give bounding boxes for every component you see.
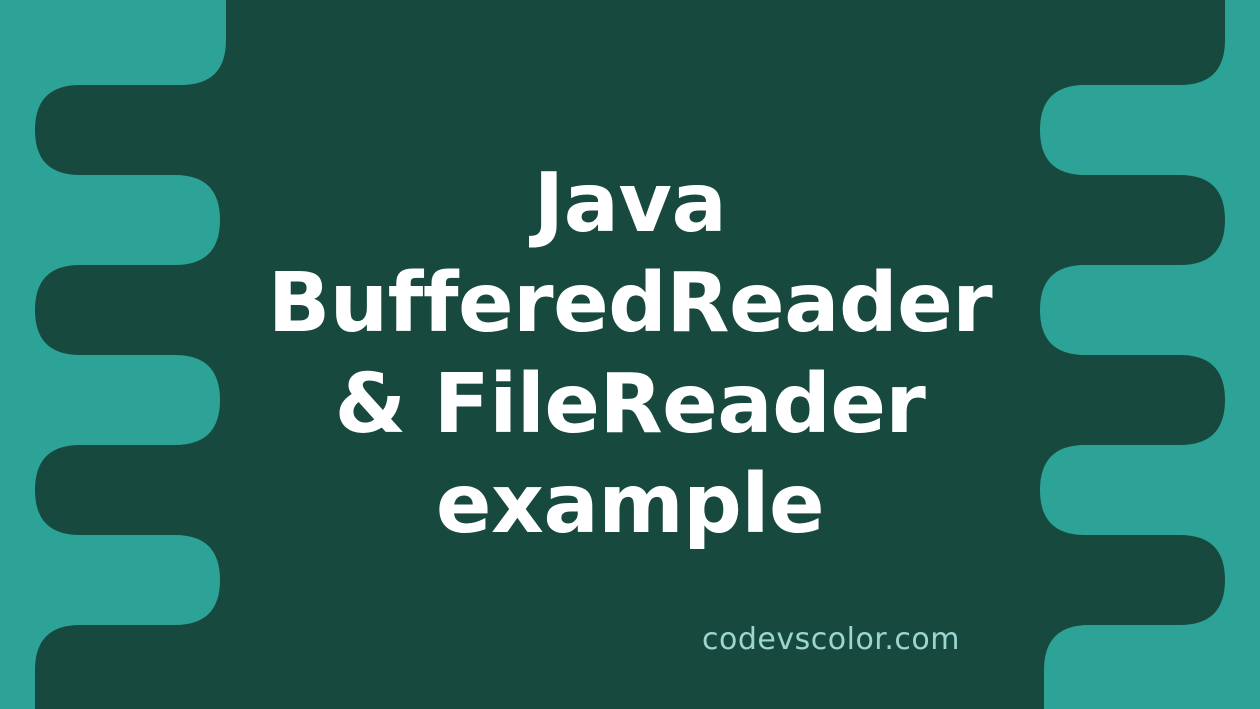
title-line-3: & FileReader [335, 357, 926, 452]
title-line-1: Java [534, 156, 727, 251]
banner-title: Java BufferedReader & FileReader example [268, 154, 992, 554]
title-line-4: example [436, 457, 824, 552]
title-line-2: BufferedReader [268, 256, 992, 351]
banner-content: Java BufferedReader & FileReader example… [0, 0, 1260, 709]
attribution-text: codevscolor.com [702, 622, 960, 657]
